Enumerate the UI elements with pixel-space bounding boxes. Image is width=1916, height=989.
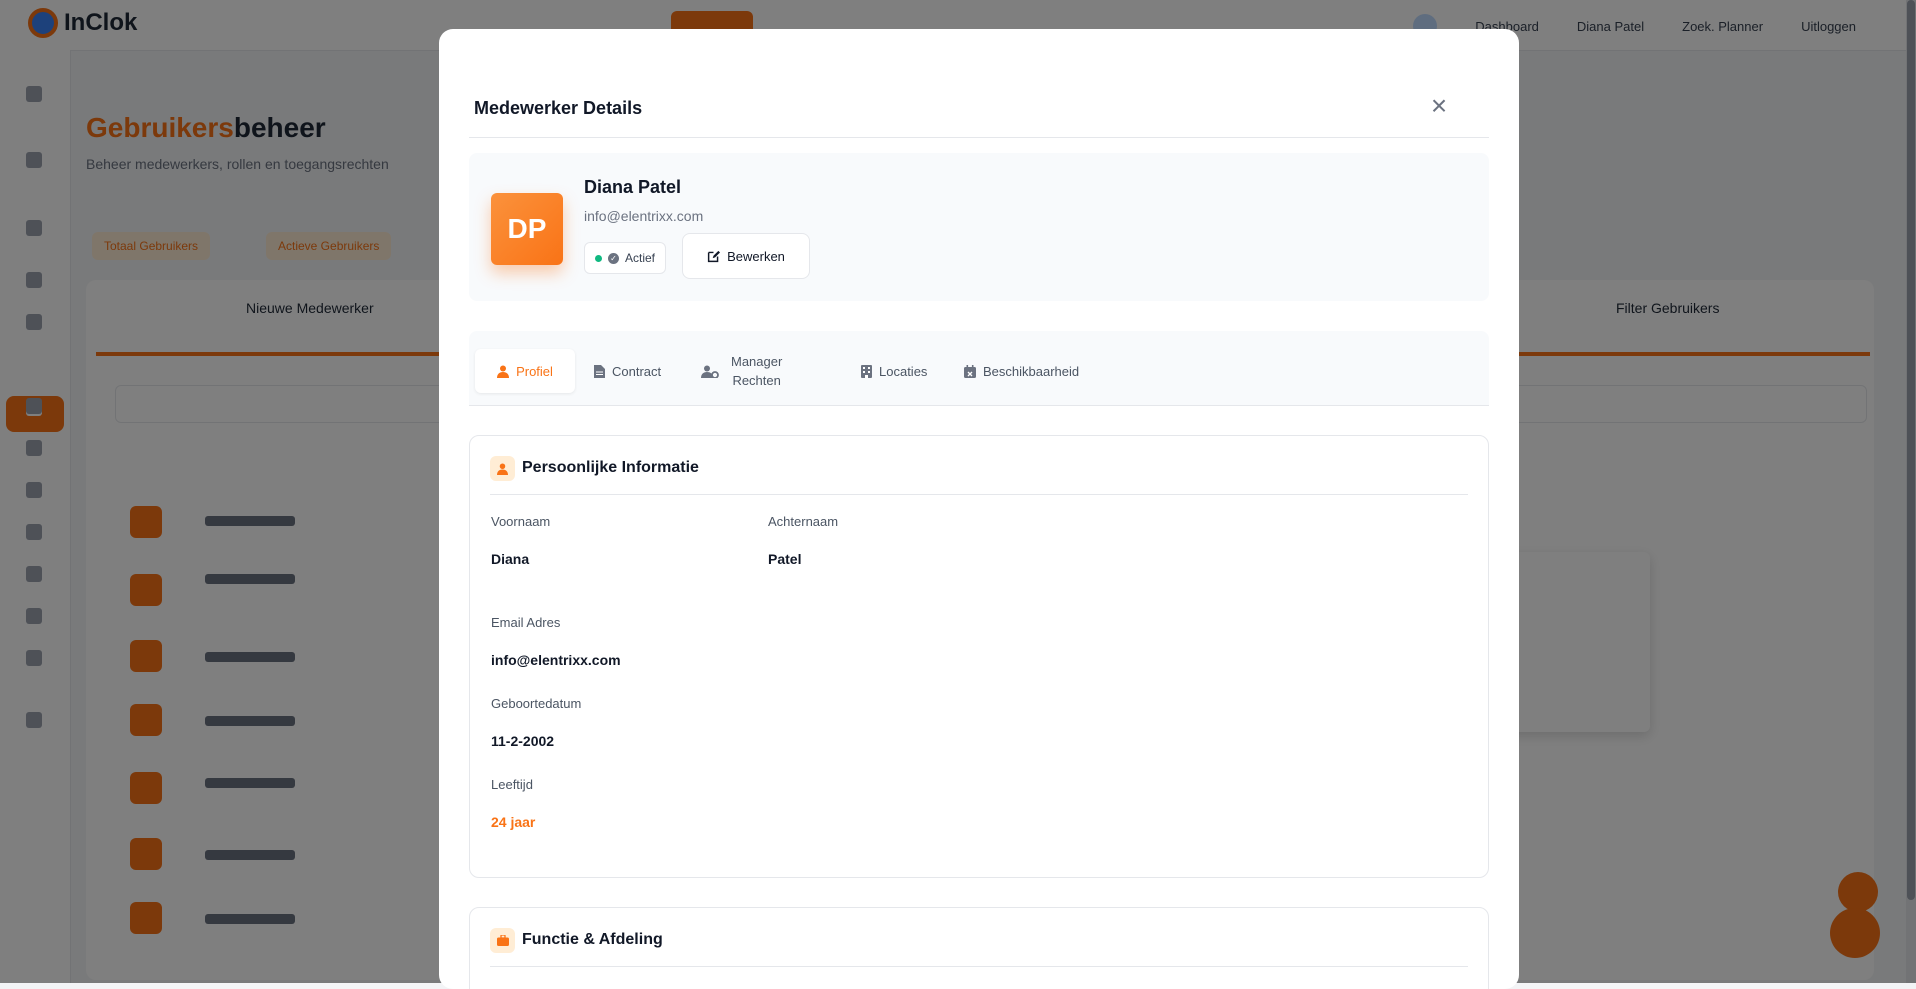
check-circle-icon: ✓ [608,252,619,264]
user-icon [497,365,510,378]
email-label: Email Adres [491,615,561,630]
section-header: Persoonlijke Informatie [490,456,1468,495]
status-label: Actief [625,251,656,265]
age-value: 24 jaar [491,814,536,830]
tab-label-line2: Rechten [732,373,781,388]
avatar: DP [491,193,563,265]
employee-email: info@elentrixx.com [584,208,704,224]
tab-profiel[interactable]: Profiel [475,349,575,393]
modal-title: Medewerker Details [474,98,643,118]
edit-label: Bewerken [727,248,785,264]
tab-label: Profiel [516,363,553,379]
document-icon [594,364,605,378]
first-name-value: Diana [491,551,530,567]
tab-beschikbaarheid[interactable]: Beschikbaarheid [964,349,1079,393]
edit-button[interactable]: Bewerken [682,233,810,279]
user-gear-icon [701,365,719,378]
tab-contract[interactable]: Contract [594,349,661,393]
calendar-icon [964,364,976,378]
building-icon [861,364,872,378]
tab-locaties[interactable]: Locaties [861,349,927,393]
birthdate-label: Geboortedatum [491,696,582,711]
modal-header [469,29,1489,138]
section-header: Functie & Afdeling [490,928,1468,967]
last-name-label: Achternaam [768,514,839,529]
employee-name: Diana Patel [584,177,682,197]
tab-label: Locaties [879,363,928,379]
tab-manager-rechten[interactable]: Manager Rechten [701,349,782,393]
profile-summary: DP Diana Patel info@elentrixx.com ✓ Acti… [469,153,1489,301]
age-label: Leeftijd [491,777,533,792]
last-name-value: Patel [768,551,802,567]
close-icon[interactable]: × [1425,92,1453,120]
employee-details-modal: Medewerker Details × DP Diana Patel info… [439,29,1519,989]
tab-label: Contract [612,363,662,379]
first-name-label: Voornaam [491,514,551,529]
email-value: info@elentrixx.com [491,652,621,668]
status-dot-icon [595,254,602,262]
tab-label: Beschikbaarheid [983,363,1080,379]
tab-label: Manager Rechten [731,352,782,390]
edit-icon [707,250,721,262]
section-title: Functie & Afdeling [522,931,663,948]
tab-label-line1: Manager [731,354,783,369]
user-icon [490,456,515,481]
section-title: Persoonlijke Informatie [522,459,699,476]
personal-info-section: Persoonlijke Informatie Voornaam Diana A… [469,435,1489,878]
birthdate-value: 11-2-2002 [491,733,555,749]
briefcase-icon [490,928,515,953]
status-badge: ✓ Actief [584,242,667,274]
function-section: Functie & Afdeling [469,907,1489,989]
detail-tabs: Profiel Contract Manager Rechten Locatie… [469,331,1489,406]
